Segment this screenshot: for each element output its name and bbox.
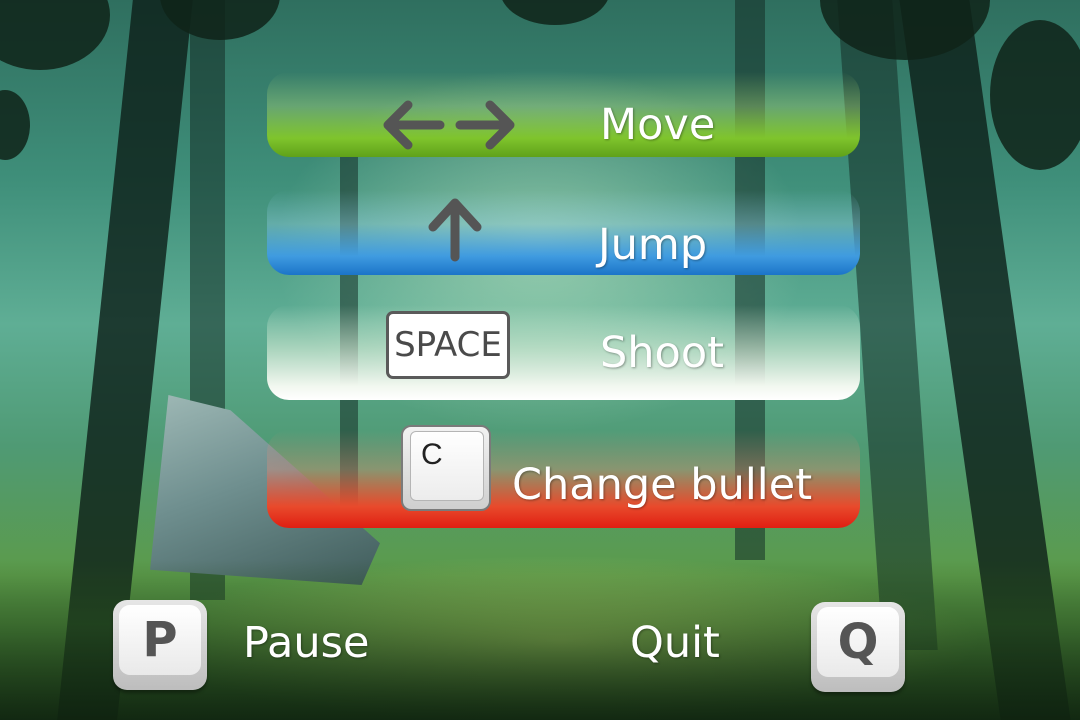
jump-band (267, 190, 860, 275)
pause-label: Pause (243, 618, 370, 668)
change-bullet-label: Change bullet (512, 460, 813, 510)
c-key-label: C (421, 438, 443, 471)
move-label: Move (600, 100, 716, 150)
shoot-label: Shoot (600, 328, 725, 378)
pause-key-button[interactable]: P (113, 600, 207, 690)
c-key-icon: C (401, 425, 491, 511)
move-band (267, 72, 860, 157)
quit-label: Quit (630, 618, 720, 668)
quit-key-button[interactable]: Q (811, 602, 905, 692)
quit-key-label: Q (837, 614, 879, 670)
pause-key-label: P (142, 612, 178, 668)
left-right-arrows-icon (383, 100, 515, 150)
space-key-label: SPACE (394, 325, 502, 365)
space-key-icon: SPACE (386, 311, 510, 379)
shoot-band (267, 305, 860, 400)
up-arrow-icon (428, 198, 482, 262)
jump-label: Jump (598, 220, 708, 270)
